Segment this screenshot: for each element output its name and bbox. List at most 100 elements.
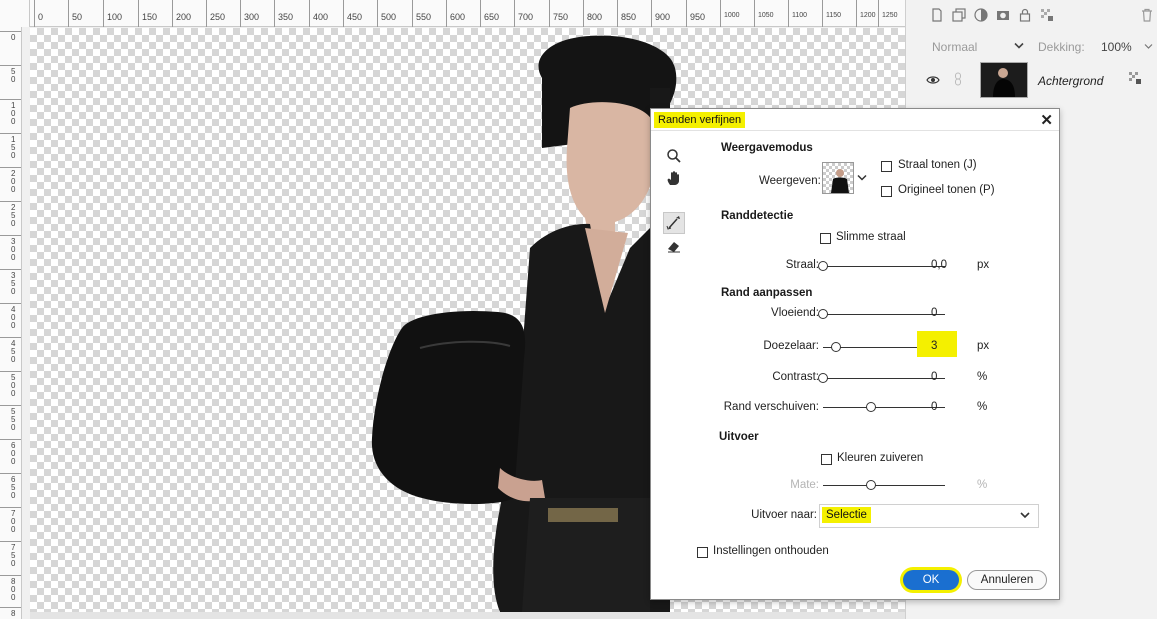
- amount-unit: %: [977, 479, 988, 491]
- adjustment-icon[interactable]: [974, 8, 988, 22]
- output-to-select[interactable]: Selectie: [819, 504, 1039, 528]
- ruler-label: 5 0 0: [0, 371, 21, 398]
- ruler-label: 500: [377, 0, 396, 27]
- mask-icon[interactable]: [996, 8, 1010, 22]
- ruler-label: 600: [446, 0, 465, 27]
- link-icon[interactable]: [954, 72, 962, 86]
- transparency-lock-icon[interactable]: [1040, 8, 1054, 22]
- trash-icon[interactable]: [1140, 8, 1154, 22]
- smooth-slider-track[interactable]: [823, 314, 945, 315]
- radius-slider-track[interactable]: [823, 266, 945, 267]
- ruler-label: 5 5 0: [0, 405, 21, 432]
- feather-unit: px: [977, 340, 990, 352]
- ruler-label: 1150: [822, 0, 841, 27]
- ruler-label: 1050: [754, 0, 774, 27]
- refine-radius-brush-icon[interactable]: [665, 214, 683, 232]
- eraser-icon[interactable]: [665, 237, 683, 255]
- layer-name[interactable]: Achtergrond: [1038, 74, 1103, 88]
- ruler-label: 250: [206, 0, 225, 27]
- shift-edge-slider-knob[interactable]: [866, 402, 876, 412]
- smooth-label: Vloeiend:: [771, 307, 819, 319]
- edge-detection-heading: Randdetectie: [721, 210, 794, 222]
- radius-unit: px: [977, 259, 990, 271]
- dialog-titlebar[interactable]: Randen verfijnen ✕: [651, 109, 1059, 131]
- blend-options-row: Normaal Dekking: 100%: [906, 33, 1157, 59]
- decontaminate-colors-checkbox[interactable]: [821, 454, 832, 465]
- contrast-value[interactable]: 0: [931, 371, 937, 383]
- lock-icon[interactable]: [1018, 8, 1032, 22]
- close-icon[interactable]: ✕: [1040, 111, 1053, 129]
- ruler-label: 1 5 0: [0, 133, 21, 160]
- ruler-label: 650: [480, 0, 499, 27]
- feather-slider-knob[interactable]: [831, 342, 841, 352]
- ruler-label: 750: [549, 0, 568, 27]
- smart-radius-checkbox[interactable]: [820, 233, 831, 244]
- view-mode-heading: Weergavemodus: [721, 142, 813, 154]
- feather-value[interactable]: 3: [917, 331, 957, 357]
- ruler-label: 8 0 0: [0, 575, 21, 602]
- amount-label: Mate:: [790, 479, 819, 491]
- shift-edge-label: Rand verschuiven:: [723, 401, 819, 413]
- output-heading: Uitvoer: [719, 431, 759, 443]
- smart-radius-label: Slimme straal: [836, 231, 906, 243]
- eye-visibility-icon[interactable]: [926, 75, 940, 85]
- shift-edge-value[interactable]: 0: [931, 401, 937, 413]
- ruler-label: 850: [617, 0, 636, 27]
- contrast-slider-track[interactable]: [823, 378, 945, 379]
- smooth-value[interactable]: 0: [931, 307, 937, 319]
- radius-value[interactable]: 0,0: [931, 259, 947, 271]
- zoom-icon[interactable]: [665, 147, 683, 165]
- cancel-button[interactable]: Annuleren: [967, 570, 1047, 590]
- ruler-label: 4 0 0: [0, 303, 21, 330]
- shift-edge-slider-track[interactable]: [823, 407, 945, 408]
- refine-edge-dialog: Randen verfijnen ✕ Weergavemodus Weergev…: [650, 108, 1060, 600]
- show-radius-checkbox[interactable]: [881, 161, 892, 172]
- thumbnail-figure: [993, 68, 1015, 97]
- amount-slider-knob[interactable]: [866, 480, 876, 490]
- output-to-value: Selectie: [822, 507, 871, 523]
- chevron-down-icon[interactable]: [1144, 43, 1153, 50]
- ruler-label: 1 0 0: [0, 99, 21, 126]
- photo-face: [566, 102, 655, 243]
- ruler-label: 3 0 0: [0, 235, 21, 262]
- horizontal-scrollbar[interactable]: [30, 612, 905, 619]
- ruler-label: 900: [651, 0, 670, 27]
- blend-mode-select[interactable]: Normaal: [932, 40, 977, 54]
- ruler-label: 350: [274, 0, 293, 27]
- duplicate-icon[interactable]: [952, 8, 966, 22]
- chevron-down-icon[interactable]: [1014, 42, 1024, 50]
- ruler-label: 1250: [878, 0, 898, 27]
- ruler-label: 1000: [720, 0, 740, 27]
- contrast-slider-knob[interactable]: [818, 373, 828, 383]
- ruler-label: 150: [138, 0, 157, 27]
- hand-icon[interactable]: [665, 169, 683, 187]
- chevron-down-icon: [1020, 512, 1030, 519]
- smooth-slider-knob[interactable]: [818, 309, 828, 319]
- ruler-label: 50: [68, 0, 82, 27]
- ruler-label: 4 5 0: [0, 337, 21, 364]
- opacity-value[interactable]: 100%: [1101, 40, 1132, 54]
- show-original-checkbox[interactable]: [881, 186, 892, 197]
- vertical-ruler[interactable]: 0 5 0 1 0 0 1 5 0 2 0 0 2 5 0 3 0 0 3 5 …: [0, 27, 22, 619]
- horizontal-ruler[interactable]: 0 50 100 150 200 250 300 350 400 450 500…: [0, 0, 905, 27]
- ruler-corner[interactable]: [0, 0, 30, 27]
- output-to-label: Uitvoer naar:: [751, 509, 817, 521]
- show-original-label: Origineel tonen (P): [898, 184, 995, 196]
- amount-slider-track[interactable]: [823, 485, 945, 486]
- view-mode-thumbnail[interactable]: [822, 162, 854, 194]
- ruler-label: 6 0 0: [0, 439, 21, 466]
- photoshop-window: 0 50 100 150 200 250 300 350 400 450 500…: [0, 0, 1157, 619]
- ruler-label: 3 5 0: [0, 269, 21, 296]
- layer-row-achtergrond[interactable]: Achtergrond: [906, 62, 1157, 102]
- ruler-label: 300: [240, 0, 259, 27]
- ok-button[interactable]: OK: [903, 570, 959, 590]
- radius-slider-knob[interactable]: [818, 261, 828, 271]
- photo-belt: [548, 508, 618, 522]
- ruler-label: 550: [412, 0, 431, 27]
- new-layer-icon[interactable]: [930, 8, 944, 22]
- remember-settings-checkbox[interactable]: [697, 547, 708, 558]
- chevron-down-icon[interactable]: [857, 174, 867, 182]
- ruler-label: 950: [686, 0, 705, 27]
- contrast-unit: %: [977, 371, 988, 383]
- transparency-lock-icon: [1129, 72, 1141, 84]
